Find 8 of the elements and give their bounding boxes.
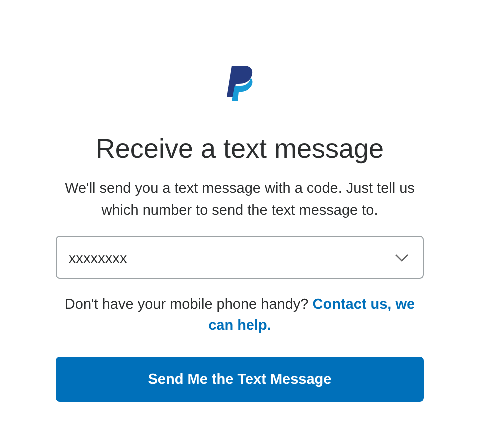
send-button[interactable]: Send Me the Text Message: [56, 357, 424, 402]
chevron-down-icon: [395, 254, 409, 262]
page-title: Receive a text message: [96, 133, 384, 166]
description-text: We'll send you a text message with a code. Just tell us which number to send the text message to.: [64, 180, 416, 221]
help-text: Don't have your mobile phone handy?: [64, 297, 309, 313]
phone-number-select[interactable]: xxxxxxxx: [56, 236, 424, 279]
contact-link[interactable]: Contact us, we: [312, 297, 416, 313]
contact-link[interactable]: can help.: [208, 318, 272, 334]
